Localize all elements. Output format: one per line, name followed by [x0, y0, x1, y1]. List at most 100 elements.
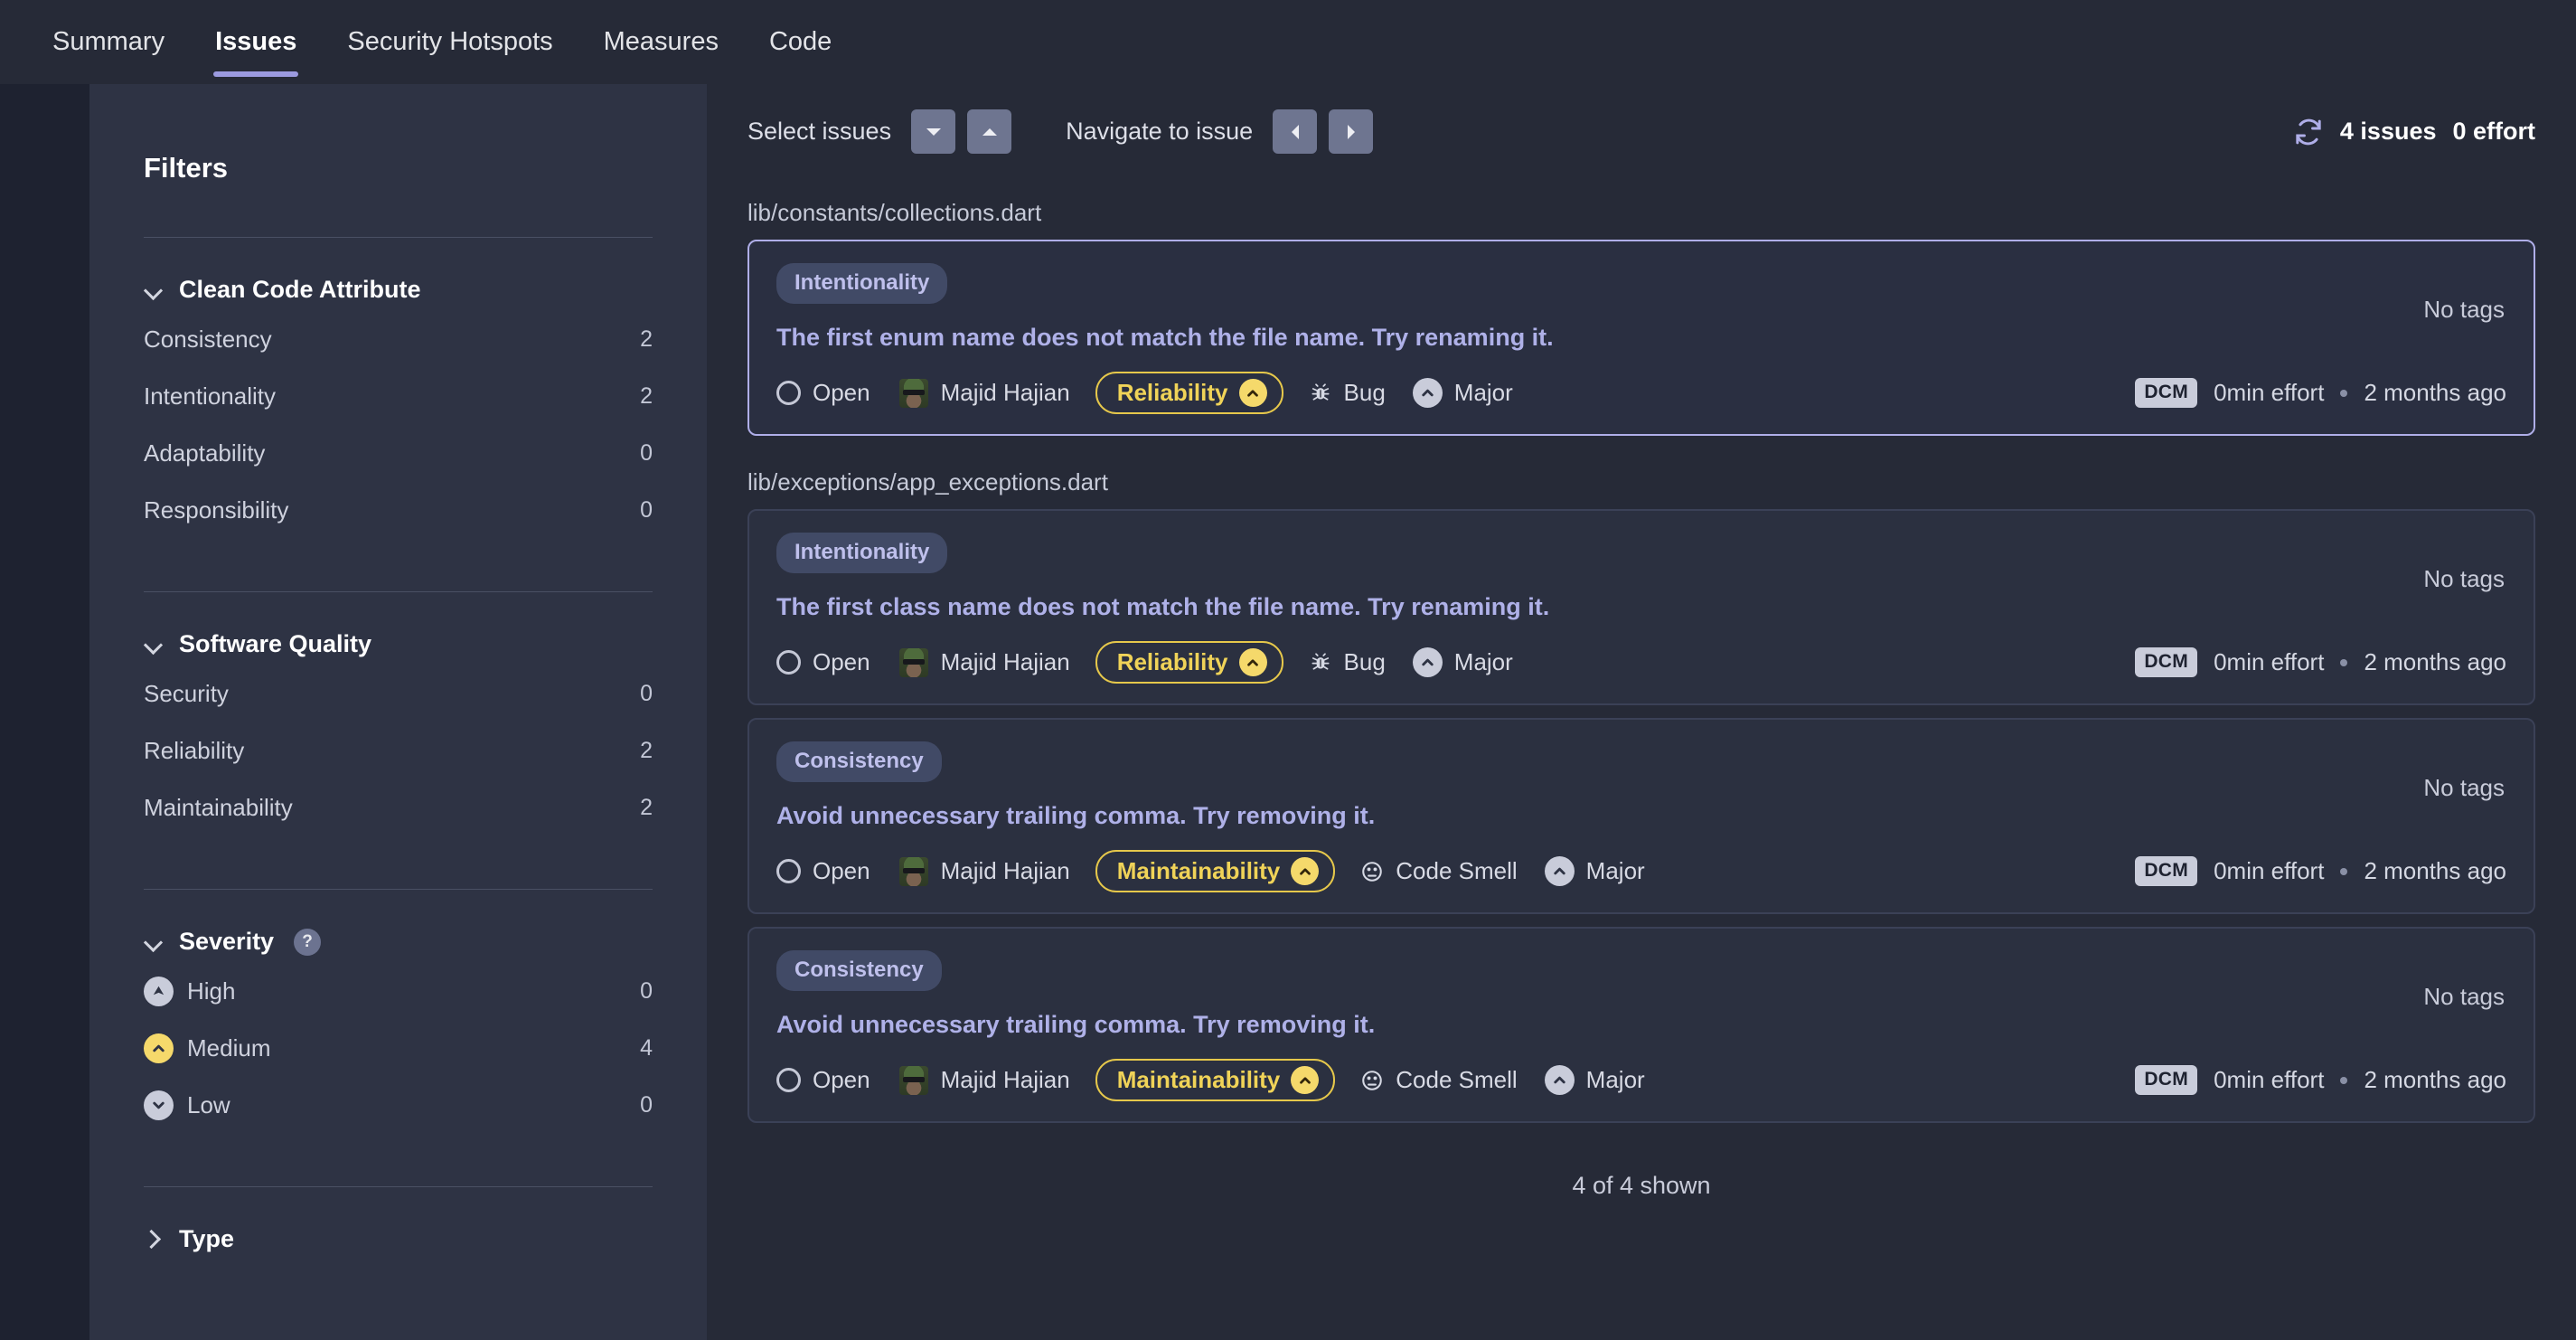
facet-item-count: 0 — [640, 440, 653, 466]
issue-type-label: Bug — [1343, 648, 1386, 675]
facet-item-count: 2 — [640, 738, 653, 763]
issue-type: Bug — [1309, 648, 1386, 676]
facet-item-count: 0 — [640, 1092, 653, 1118]
issue-card[interactable]: Consistency No tags Avoid unnecessary trai… — [747, 718, 2535, 914]
software-quality-pill[interactable]: Reliability — [1095, 372, 1283, 414]
facet-item-count: 2 — [640, 326, 653, 352]
facet-item-adaptability[interactable]: Adaptability 0 — [144, 425, 653, 482]
bug-icon — [1311, 382, 1330, 401]
nav-tab-measures[interactable]: Measures — [578, 0, 744, 84]
chevron-down-icon — [926, 127, 941, 136]
issue-card[interactable]: Intentionality No tags The first enum name… — [747, 240, 2535, 436]
navigate-next-button[interactable] — [1329, 109, 1374, 154]
issue-updated[interactable]: 2 months ago — [2364, 379, 2506, 407]
facet-header-severity[interactable]: Severity? — [144, 928, 653, 963]
nav-tab-summary[interactable]: Summary — [27, 0, 190, 84]
facet-item-low[interactable]: Low 0 — [144, 1077, 653, 1134]
chevron-left-icon — [1291, 124, 1299, 139]
clean-code-attribute-badge[interactable]: Consistency — [776, 950, 942, 991]
severity-medium-icon — [1291, 1066, 1320, 1094]
tags-label[interactable]: No tags — [2423, 774, 2505, 802]
facet-item-label-wrap: High — [144, 977, 625, 1006]
facet-item-text: Adaptability — [144, 439, 266, 467]
software-quality-pill[interactable]: Maintainability — [1095, 850, 1336, 892]
issue-message[interactable]: Avoid unnecessary trailing comma. Try re… — [776, 1011, 2506, 1039]
software-quality-label: Reliability — [1116, 379, 1228, 406]
file-path[interactable]: lib/exceptions/app_exceptions.dart — [707, 448, 2576, 509]
issue-status[interactable]: Open — [776, 648, 870, 676]
issue-card[interactable]: Consistency No tags Avoid unnecessary trai… — [747, 927, 2535, 1123]
assignee-name: Majid Hajian — [940, 1066, 1070, 1093]
issue-severity-label: Major — [1585, 1066, 1645, 1093]
facet-item-maintainability[interactable]: Maintainability 2 — [144, 779, 653, 836]
tags-label[interactable]: No tags — [2423, 565, 2505, 593]
issue-message[interactable]: Avoid unnecessary trailing comma. Try re… — [776, 802, 2506, 830]
issue-status[interactable]: Open — [776, 1066, 870, 1094]
facet-item-text: Maintainability — [144, 794, 293, 821]
separator-dot-icon — [2340, 1076, 2348, 1084]
severity-major-icon — [1544, 856, 1575, 886]
issue-message[interactable]: The first class name does not match the … — [776, 593, 2506, 621]
issue-assignee[interactable]: Majid Hajian — [898, 856, 1070, 886]
facet-item-high[interactable]: High 0 — [144, 963, 653, 1020]
chevron-right-icon — [1347, 124, 1355, 139]
issue-type-label: Code Smell — [1396, 857, 1518, 884]
issue-assignee[interactable]: Majid Hajian — [898, 647, 1070, 677]
facet-item-security[interactable]: Security 0 — [144, 665, 653, 722]
assignee-name: Majid Hajian — [940, 379, 1070, 406]
issue-severity: Major — [1412, 378, 1513, 408]
issue-effort: 0min effort — [2214, 1066, 2325, 1093]
issue-updated[interactable]: 2 months ago — [2364, 648, 2506, 676]
navigate-previous-button[interactable] — [1273, 109, 1318, 154]
tags-label[interactable]: No tags — [2423, 983, 2505, 1011]
issue-card[interactable]: Intentionality No tags The first class nam… — [747, 509, 2535, 705]
issue-effort: 0min effort — [2214, 857, 2325, 884]
issues-count: 4 issues — [2339, 118, 2437, 145]
nav-tab-issues[interactable]: Issues — [190, 0, 322, 84]
severity-medium-icon — [1238, 379, 1267, 407]
issue-message[interactable]: The first enum name does not match the f… — [776, 324, 2506, 352]
issue-type: Code Smell — [1360, 857, 1518, 885]
facet-item-responsibility[interactable]: Responsibility 0 — [144, 482, 653, 539]
help-icon[interactable]: ? — [294, 928, 322, 956]
facet-item-medium[interactable]: Medium 4 — [144, 1020, 653, 1077]
facet-header-software-quality[interactable]: Software Quality — [144, 630, 653, 665]
issue-status[interactable]: Open — [776, 379, 870, 407]
facet-item-intentionality[interactable]: Intentionality 2 — [144, 368, 653, 425]
tags-label[interactable]: No tags — [2423, 296, 2505, 324]
clean-code-attribute-badge[interactable]: Intentionality — [776, 263, 948, 304]
facet-item-label-wrap: Medium — [144, 1033, 625, 1063]
clean-code-attribute-badge[interactable]: Consistency — [776, 741, 942, 782]
navigate-to-issue-label: Navigate to issue — [1066, 118, 1254, 145]
software-quality-label: Reliability — [1116, 648, 1228, 675]
facet-header-type[interactable]: Type — [144, 1225, 653, 1260]
issue-updated[interactable]: 2 months ago — [2364, 857, 2506, 885]
nav-tab-code[interactable]: Code — [744, 0, 857, 84]
facet-label: Software Quality — [179, 630, 372, 657]
facet-item-consistency[interactable]: Consistency 2 — [144, 311, 653, 368]
nav-tab-security-hotspots[interactable]: Security Hotspots — [322, 0, 578, 84]
left-rail — [0, 84, 89, 1340]
severity-major-icon — [1412, 647, 1443, 677]
software-quality-pill[interactable]: Maintainability — [1095, 1059, 1336, 1101]
severity-major-icon — [1412, 378, 1443, 408]
select-next-button[interactable] — [911, 109, 956, 154]
refresh-icon[interactable] — [2293, 117, 2324, 147]
issue-meta-left: Open Majid Hajian Reliability Bug Major — [776, 641, 1513, 684]
issue-status[interactable]: Open — [776, 857, 870, 885]
issues-main-panel: Select issues Navigate to issue 4 issues… — [707, 84, 2576, 1340]
software-quality-pill[interactable]: Reliability — [1095, 641, 1283, 684]
file-path[interactable]: lib/constants/collections.dart — [707, 179, 2576, 240]
select-previous-button[interactable] — [967, 109, 1012, 154]
chevron-down-icon — [144, 280, 164, 300]
effort-total: 0 effort — [2452, 118, 2535, 145]
facet-item-text: High — [187, 977, 236, 1005]
clean-code-attribute-badge[interactable]: Intentionality — [776, 533, 948, 573]
page-title: Filters — [144, 152, 229, 184]
facet-item-reliability[interactable]: Reliability 2 — [144, 722, 653, 779]
issue-assignee[interactable]: Majid Hajian — [898, 1065, 1070, 1095]
facet-item-text: Low — [187, 1091, 230, 1118]
issue-assignee[interactable]: Majid Hajian — [898, 378, 1070, 408]
facet-header-clean-code-attribute[interactable]: Clean Code Attribute — [144, 276, 653, 311]
issue-updated[interactable]: 2 months ago — [2364, 1066, 2506, 1094]
